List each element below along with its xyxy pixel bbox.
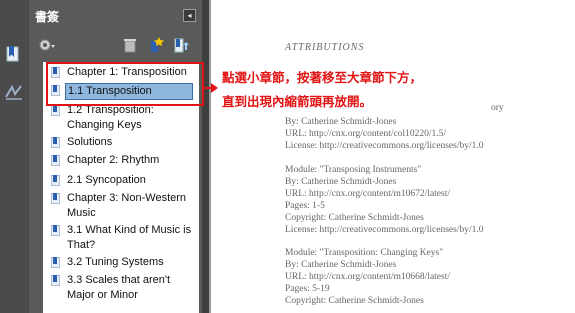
doc-line: By: Catherine Schmidt-Jones	[285, 260, 397, 270]
bookmarks-panel: 書簽 ◂ Chapter 1: Transposition 1.1 Transpo…	[29, 0, 202, 313]
doc-fragment: ory	[491, 103, 504, 113]
bookmark-label: Solutions	[67, 136, 113, 148]
bookmark-label: 1.2 Transposition: Changing Keys	[67, 104, 154, 131]
delete-icon[interactable]	[121, 36, 139, 54]
bookmark-label: Chapter 2: Rhythm	[67, 154, 160, 166]
bookmark-icon	[51, 105, 60, 116]
bookmarks-icon[interactable]	[4, 44, 24, 64]
doc-line: Copyright: Catherine Schmidt-Jones	[285, 213, 424, 223]
bookmark-label: 2.1 Syncopation	[67, 174, 146, 186]
signatures-icon[interactable]	[4, 82, 24, 102]
instruction-line-1: 點選小章節，按著移至大章節下方，	[222, 70, 423, 85]
doc-heading: ATTRIBUTIONS	[285, 42, 365, 53]
bookmark-label: 3.3 Scales that aren't Major or Minor	[67, 274, 170, 301]
doc-line: URL: http://cnx.org/content/col10220/1.5…	[285, 129, 447, 139]
panel-splitter[interactable]	[202, 0, 209, 313]
new-bookmark-icon[interactable]	[146, 36, 164, 54]
doc-line: Module: "Transposition: Changing Keys"	[285, 248, 444, 258]
expand-bookmark-icon[interactable]	[172, 36, 190, 54]
callout-arrow-head	[211, 83, 218, 93]
bookmark-icon	[51, 175, 60, 186]
document-page: ATTRIBUTIONS ory By: Catherine Schmidt-J…	[211, 0, 575, 313]
doc-line: License: http://creativecommons.org/lice…	[285, 225, 484, 235]
bookmark-icon	[51, 225, 60, 236]
doc-line: Module: "Transposing Instruments"	[285, 165, 422, 175]
doc-line: Copyright: Catherine Schmidt-Jones	[285, 296, 424, 306]
gear-icon[interactable]	[37, 36, 55, 54]
doc-line: By: Catherine Schmidt-Jones	[285, 117, 397, 127]
instruction-line-2: 直到出現內縮箭頭再放開。	[222, 94, 373, 109]
instruction-callout: 點選小章節，按著移至大章節下方， 直到出現內縮箭頭再放開。	[222, 66, 472, 114]
panel-title: 書簽	[35, 10, 60, 24]
bookmark-icon	[51, 275, 60, 286]
bookmarks-toolbar	[29, 32, 202, 58]
bookmark-icon	[51, 137, 60, 148]
highlight-box	[46, 62, 204, 106]
doc-line: Pages: 1-5	[285, 201, 325, 211]
bookmark-label: 3.1 What Kind of Music is That?	[67, 224, 192, 251]
doc-line: Pages: 5-19	[285, 284, 330, 294]
bookmark-label: 3.2 Tuning Systems	[67, 256, 164, 268]
collapse-panel-button[interactable]: ◂	[183, 9, 196, 22]
bookmark-icon	[51, 257, 60, 268]
bookmark-icon	[51, 155, 60, 166]
doc-line: URL: http://cnx.org/content/m10668/lates…	[285, 272, 451, 282]
doc-line: By: Catherine Schmidt-Jones	[285, 177, 397, 187]
bookmark-icon	[51, 193, 60, 204]
navigation-strip	[0, 0, 29, 313]
doc-line: URL: http://cnx.org/content/m10672/lates…	[285, 189, 451, 199]
doc-line: License: http://creativecommons.org/lice…	[285, 141, 484, 151]
bookmark-label: Chapter 3: Non-Western Music	[67, 192, 187, 219]
